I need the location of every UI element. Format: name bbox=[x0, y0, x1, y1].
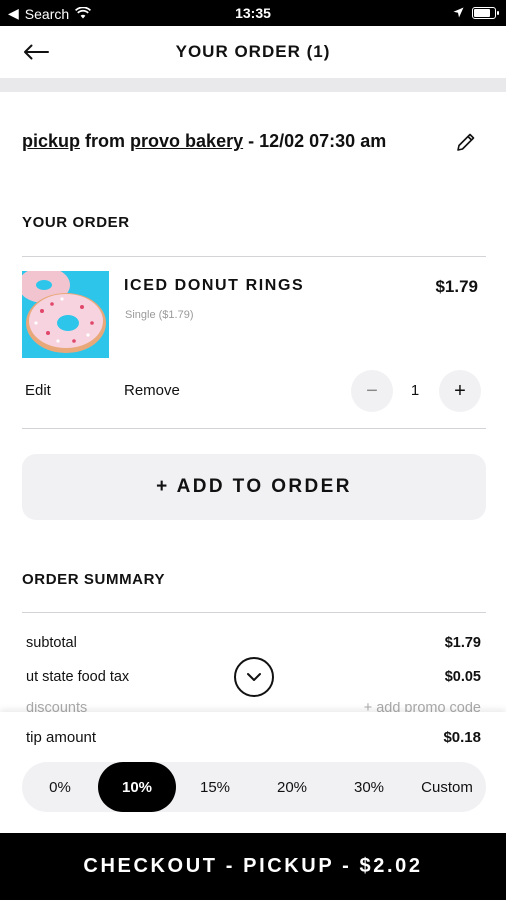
tip-sheet: tip amount $0.18 0% 10% 15% 20% 30% Cust… bbox=[0, 712, 506, 833]
tip-option-30[interactable]: 30% bbox=[330, 762, 408, 812]
tip-option-custom[interactable]: Custom bbox=[408, 762, 486, 812]
divider bbox=[22, 256, 486, 257]
pickup-from-text: from bbox=[85, 131, 126, 151]
summary-row-subtotal: subtotal $1.79 bbox=[26, 635, 481, 651]
summary-value: $0.05 bbox=[444, 669, 481, 685]
order-summary-heading: ORDER SUMMARY bbox=[22, 571, 166, 588]
tip-options: 0% 10% 15% 20% 30% Custom bbox=[22, 762, 486, 812]
item-name: ICED DONUT RINGS bbox=[124, 277, 305, 294]
decrease-quantity-button[interactable]: − bbox=[351, 370, 393, 412]
pickup-store-link[interactable]: provo bakery bbox=[130, 131, 243, 152]
chevron-down-icon bbox=[247, 673, 261, 681]
add-to-order-button[interactable]: + ADD TO ORDER bbox=[22, 454, 486, 520]
minus-icon: − bbox=[366, 379, 378, 402]
summary-label: ut state food tax bbox=[26, 669, 130, 685]
donut-image bbox=[22, 271, 106, 353]
header-divider bbox=[0, 78, 506, 92]
summary-label: subtotal bbox=[26, 635, 77, 651]
item-image bbox=[22, 271, 109, 358]
expand-summary-button[interactable] bbox=[234, 657, 274, 697]
tip-amount-row: tip amount $0.18 bbox=[26, 729, 481, 746]
divider bbox=[22, 428, 486, 429]
pickup-mode-link[interactable]: pickup bbox=[22, 131, 80, 152]
summary-value: $1.79 bbox=[444, 635, 481, 651]
tip-option-15[interactable]: 15% bbox=[176, 762, 254, 812]
pencil-icon bbox=[457, 133, 475, 151]
pickup-datetime: - 12/02 07:30 am bbox=[248, 131, 387, 151]
app-header: YOUR ORDER (1) bbox=[0, 26, 506, 78]
status-time: 13:35 bbox=[235, 5, 271, 21]
pickup-info: pickup from provo bakery - 12/02 07:30 a… bbox=[22, 131, 386, 152]
item-variant: Single ($1.79) bbox=[125, 309, 194, 321]
your-order-heading: YOUR ORDER bbox=[22, 214, 130, 231]
edit-item-button[interactable]: Edit bbox=[25, 382, 51, 399]
divider bbox=[22, 612, 486, 613]
plus-icon: + bbox=[454, 379, 466, 402]
status-right bbox=[453, 5, 499, 21]
checkout-button[interactable]: CHECKOUT - PICKUP - $2.02 bbox=[0, 833, 506, 900]
battery-icon bbox=[472, 7, 499, 19]
status-bar: ◀ Search 13:35 bbox=[0, 0, 506, 26]
item-price: $1.79 bbox=[435, 277, 478, 296]
tip-option-10[interactable]: 10% bbox=[98, 762, 176, 812]
tip-option-20[interactable]: 20% bbox=[254, 762, 330, 812]
tip-amount-label: tip amount bbox=[26, 729, 97, 746]
tip-amount-value: $0.18 bbox=[443, 729, 481, 746]
page-title: YOUR ORDER (1) bbox=[175, 42, 331, 61]
increase-quantity-button[interactable]: + bbox=[439, 370, 481, 412]
quantity-value: 1 bbox=[410, 382, 420, 399]
remove-item-button[interactable]: Remove bbox=[124, 382, 180, 399]
edit-pickup-button[interactable] bbox=[455, 131, 479, 155]
location-arrow-icon bbox=[453, 5, 464, 21]
tip-option-0[interactable]: 0% bbox=[22, 762, 98, 812]
